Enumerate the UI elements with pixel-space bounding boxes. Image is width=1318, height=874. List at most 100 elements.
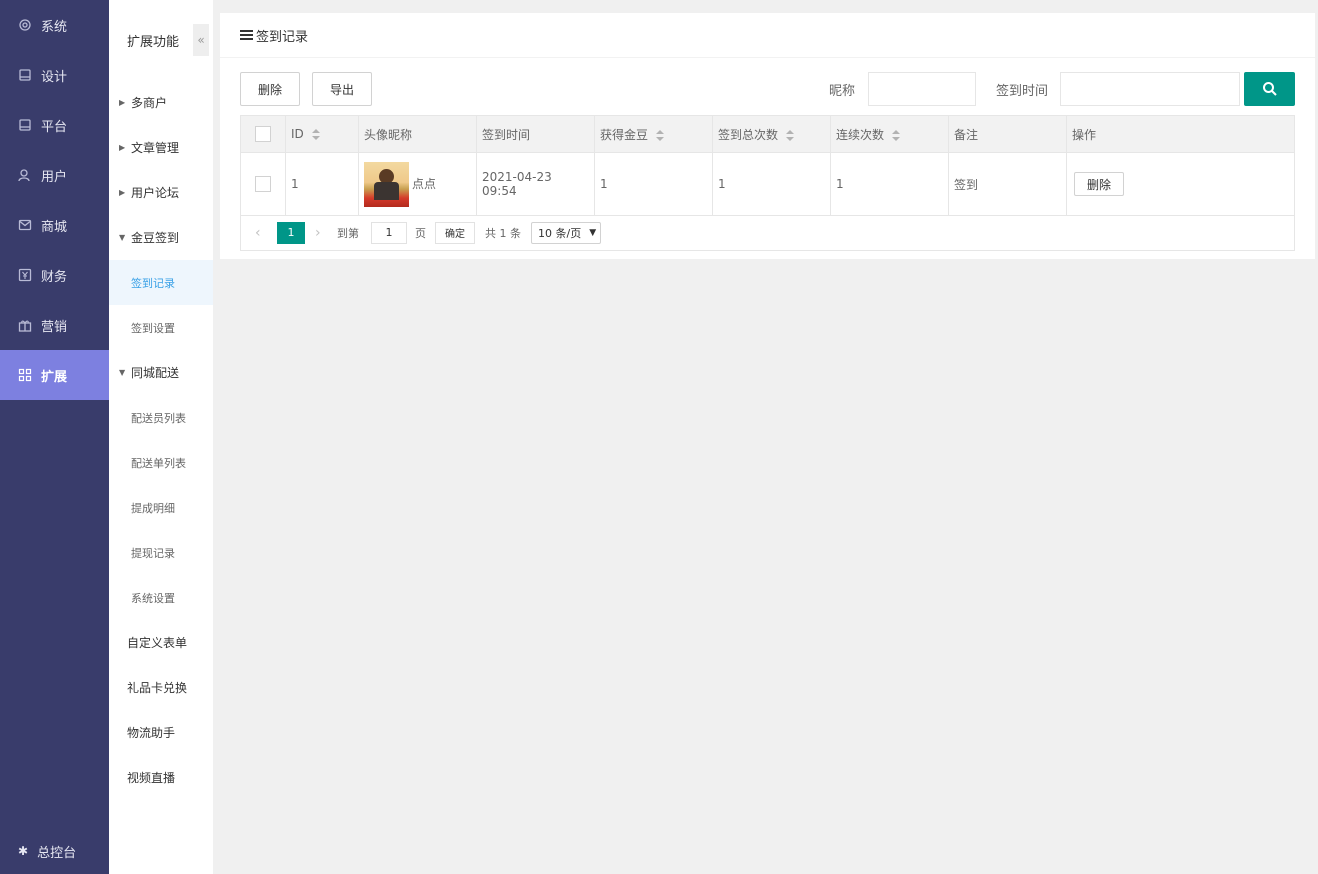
header-label: 连续次数 [836,127,885,142]
sidebar-item-finance[interactable]: 财务 [0,250,109,300]
sidebar-item-label: 商城 [41,219,68,235]
cog-icon: ✱ [18,844,29,858]
page-size-value: 10 条/页 [538,226,582,240]
gift-icon [18,318,32,332]
export-button[interactable]: 导出 [312,72,372,106]
sidebar-item-label: 营销 [41,319,68,335]
subnav-label: 文章管理 [131,141,180,155]
checkin-time-label: 签到时间 [996,84,1049,99]
sidebar-item-label: 财务 [41,269,68,285]
subnav-group-checkin[interactable]: ▼ 金豆签到 [109,215,213,260]
mail-icon [18,218,32,232]
subnav-item-custom-form[interactable]: 自定义表单 [109,620,213,665]
search-button[interactable] [1244,72,1295,106]
search-icon [1262,82,1277,96]
column-header-id[interactable]: ID [285,115,359,153]
sort-icon[interactable] [786,129,795,141]
subnav-group-article[interactable]: ▶ 文章管理 [109,125,213,170]
checkin-time-input[interactable] [1060,72,1240,106]
pagination: ‹ 1 › 到第 1 页 确定 共 1 条 10 条/页 ▼ [240,215,1295,251]
grid-icon [18,368,32,382]
list-icon [240,30,253,40]
caret-down-icon: ▼ [119,233,126,242]
sidebar-item-system[interactable]: 系统 [0,0,109,50]
goto-page-input[interactable]: 1 [371,221,407,244]
subnav-item-commission[interactable]: 提成明细 [109,485,213,530]
subnav-item-gift-card[interactable]: 礼品卡兑换 [109,665,213,710]
header-label: ID [291,127,304,141]
page-title: 签到记录 [256,29,309,45]
console-link[interactable]: ✱ 总控台 [0,836,109,866]
sub-sidebar-title: 扩展功能 [127,34,180,50]
subnav-label: 用户论坛 [131,186,180,200]
console-label: 总控台 [37,845,77,861]
sidebar-item-label: 平台 [41,119,68,135]
next-page-icon[interactable]: › [315,225,325,241]
select-all-checkbox[interactable] [255,126,271,142]
sidebar-item-design[interactable]: 设计 [0,50,109,100]
column-header-total[interactable]: 签到总次数 [712,115,831,153]
header-label: 头像昵称 [364,127,413,142]
sidebar-item-label: 扩展 [41,369,68,385]
cell-beans: 1 [594,152,713,216]
total-count: 共 1 条 [485,226,521,240]
subnav-item-delivery-orders[interactable]: 配送单列表 [109,440,213,485]
subnav-item-live-video[interactable]: 视频直播 [109,755,213,800]
column-header-streak[interactable]: 连续次数 [830,115,949,153]
cell-action: 删除 [1066,152,1295,216]
caret-right-icon: ▶ [119,98,126,107]
sidebar-item-label: 设计 [41,69,68,85]
header-label: 获得金豆 [600,127,649,142]
row-delete-button[interactable]: 删除 [1074,172,1124,196]
nickname-label: 昵称 [829,84,856,99]
sidebar-item-mall[interactable]: 商城 [0,200,109,250]
subnav-group-forum[interactable]: ▶ 用户论坛 [109,170,213,215]
sidebar-item-platform[interactable]: 平台 [0,100,109,150]
subnav-group-delivery[interactable]: ▼ 同城配送 [109,350,213,395]
subnav-item-system-settings[interactable]: 系统设置 [109,575,213,620]
column-header-beans[interactable]: 获得金豆 [594,115,713,153]
prev-page-icon[interactable]: ‹ [255,225,265,241]
chevron-down-icon: ▼ [589,227,597,238]
header-label: 签到总次数 [718,127,779,142]
page-unit-label: 页 [415,226,426,240]
sidebar-item-marketing[interactable]: 营销 [0,300,109,350]
monitor-icon [18,118,32,132]
goto-confirm-button[interactable]: 确定 [435,221,475,244]
sidebar-item-users[interactable]: 用户 [0,150,109,200]
row-checkbox[interactable] [255,176,271,192]
column-header-action: 操作 [1066,115,1295,153]
collapse-button[interactable]: « [193,24,209,56]
sort-icon[interactable] [311,129,320,140]
records-table: ID 头像昵称 签到时间 获得金豆 签到总次数 连续次数 备注 操作 1 点点 … [240,115,1295,216]
column-header-note: 备注 [948,115,1067,153]
subnav-item-checkin-settings[interactable]: 签到设置 [109,305,213,350]
cell-streak: 1 [830,152,949,216]
subnav-label: 同城配送 [131,366,180,380]
sub-sidebar: 扩展功能 « ▶ 多商户 ▶ 文章管理 ▶ 用户论坛 ▼ 金豆签到 签到记录 签到设置 … [109,0,213,874]
sort-icon[interactable] [656,129,665,141]
current-page[interactable]: 1 [277,221,305,244]
subnav-item-checkin-records[interactable]: 签到记录 [109,260,213,305]
page-size-select[interactable]: 10 条/页 ▼ [531,221,602,244]
subnav-item-withdraw[interactable]: 提现记录 [109,530,213,575]
sidebar-item-extension[interactable]: 扩展 [0,350,109,400]
gear-icon [18,18,32,32]
subnav-item-courier-list[interactable]: 配送员列表 [109,395,213,440]
sub-sidebar-header: 扩展功能 « [109,0,213,80]
header-label: 备注 [954,127,979,142]
main-sidebar: 系统 设计 平台 用户 商城 财务 营销 扩展 ✱ 总控台 [0,0,109,874]
cell-id: 1 [285,152,359,216]
nickname: 点点 [412,176,437,191]
sidebar-item-label: 系统 [41,19,68,35]
user-icon [18,168,32,182]
avatar [364,161,409,207]
subnav-item-logistics[interactable]: 物流助手 [109,710,213,755]
delete-button[interactable]: 删除 [240,72,300,106]
header-label: 签到时间 [482,127,531,142]
caret-right-icon: ▶ [119,143,126,152]
sort-icon[interactable] [892,129,901,141]
column-header-time: 签到时间 [476,115,595,153]
nickname-input[interactable] [868,72,976,106]
subnav-group-merchant[interactable]: ▶ 多商户 [109,80,213,125]
